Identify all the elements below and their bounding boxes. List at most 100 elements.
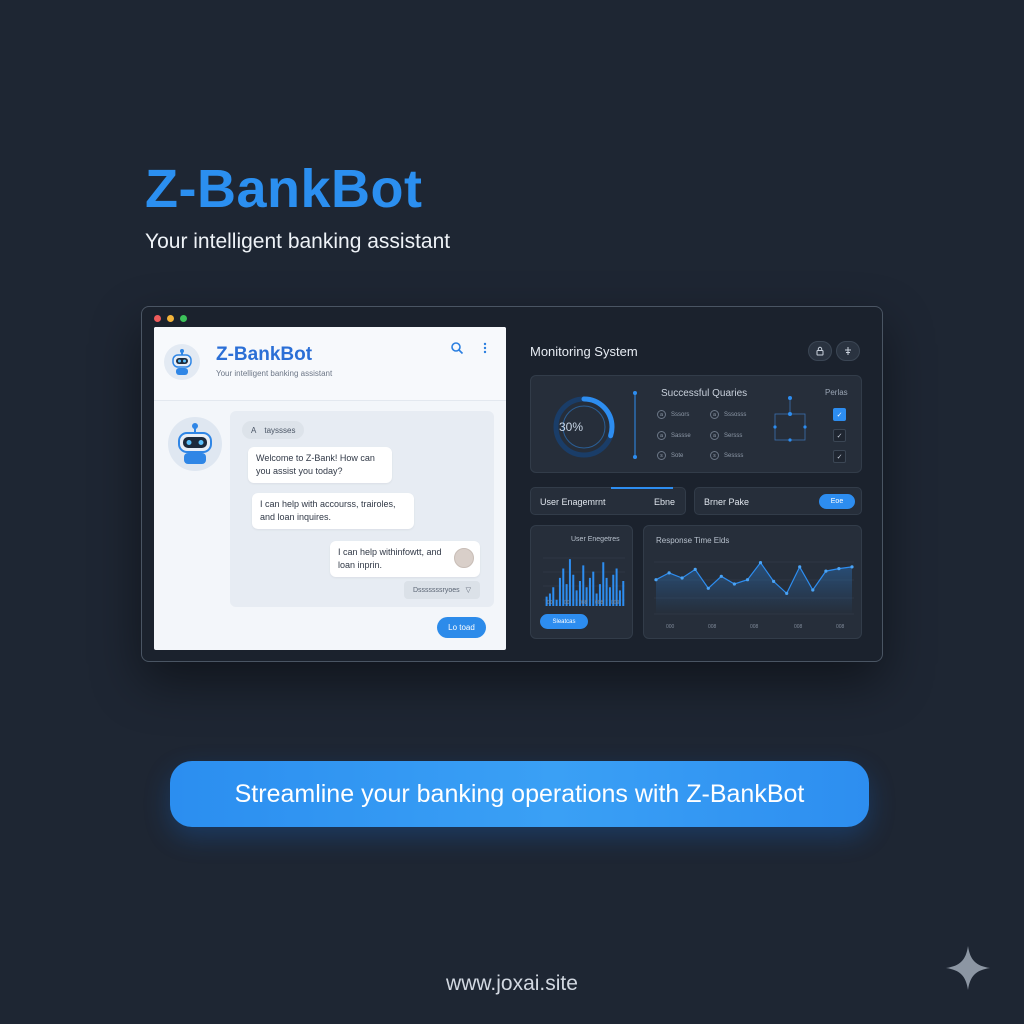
message-status[interactable]: Dsssssssryoes ▽ [404, 581, 480, 599]
bar-3 [555, 599, 558, 606]
bar-14 [592, 571, 595, 607]
bar-13 [588, 577, 591, 607]
line-point-12 [811, 588, 815, 592]
response-chart-title: Response Time Elds [656, 536, 730, 545]
engagement-progress [611, 487, 673, 489]
search-icon[interactable] [450, 341, 464, 355]
line-point-2 [680, 576, 684, 580]
robot-icon [178, 423, 212, 464]
query-icon: a [710, 410, 719, 419]
pin-icon [845, 347, 851, 355]
line-point-1 [667, 571, 671, 575]
engagement-chart-button[interactable]: Sleatcas [540, 614, 588, 629]
query-item: s Sessss [710, 451, 743, 460]
timeline-line [633, 391, 637, 459]
bar-4 [558, 577, 561, 607]
message-text: I can help withinfowtt, and loan inprin. [338, 547, 442, 570]
line-point-5 [719, 574, 723, 578]
line-point-7 [745, 578, 750, 582]
query-icon: a [657, 410, 666, 419]
chevron-down-icon: ▽ [465, 587, 472, 594]
bot-avatar-large [168, 417, 222, 471]
line-point-10 [785, 591, 789, 595]
query-item: a Sersss [710, 431, 742, 440]
cta-banner[interactable]: Streamline your banking operations with … [170, 761, 869, 827]
tag-label: tayssses [264, 425, 296, 435]
query-label: Sessss [724, 452, 744, 459]
query-icon: s [710, 451, 719, 460]
close-dot[interactable] [154, 315, 161, 322]
bot-avatar [164, 344, 200, 380]
line-point-13 [824, 569, 828, 573]
bot-message-1: Welcome to Z-Bank! How can you assist yo… [248, 447, 392, 483]
axis-label: 000 [666, 624, 675, 630]
settings-button[interactable] [836, 341, 860, 361]
message-text: Welcome to Z-Bank! How can you assist yo… [256, 453, 375, 476]
conversation-tag[interactable]: A tayssses [242, 421, 305, 439]
chat-header: Z-BankBot Your intelligent banking assis… [154, 327, 506, 401]
query-icon: a [657, 431, 666, 440]
queries-card: 30% Successful Quaries Perlas a Sssors aS… [530, 375, 862, 473]
axis-label: 008 [750, 624, 759, 630]
app-window: Z-BankBot Your intelligent banking assis… [141, 306, 883, 662]
chat-subtitle: Your intelligent banking assistant [216, 369, 333, 378]
monitor-title: Monitoring System [530, 344, 638, 359]
line-point-3 [693, 567, 697, 571]
bar-8 [572, 574, 575, 606]
error-rate-strip[interactable]: Brner Pake Eoe [694, 487, 862, 515]
flow-diagram [773, 396, 807, 442]
engagement-chart-card: User Enegetres 00 00 008 008 009 Sleatca… [530, 525, 633, 639]
queries-side-label: Perlas [825, 388, 848, 397]
window-controls [154, 315, 187, 322]
more-menu-icon[interactable] [478, 341, 492, 355]
line-point-11 [798, 565, 802, 569]
user-engagement-strip[interactable]: User Enagemrnt Ebne [530, 487, 686, 515]
query-label: Sassse [671, 432, 691, 439]
engagement-label: User Enagemrnt [540, 497, 606, 507]
line-point-0 [654, 578, 658, 582]
checkbox[interactable]: ✓ [833, 429, 846, 442]
error-button[interactable]: Eoe [819, 494, 855, 509]
robot-icon [172, 349, 192, 375]
axis-label: 008 [708, 624, 717, 630]
user-avatar [454, 548, 474, 568]
checkbox[interactable]: ✓ [833, 450, 846, 463]
line-point-6 [732, 582, 736, 586]
bar-23 [622, 581, 625, 606]
query-item: a Sassse [657, 431, 691, 440]
axis-label: 00 [547, 600, 553, 606]
sparkle-icon [946, 946, 990, 990]
maximize-dot[interactable] [180, 315, 187, 322]
checkbox-checked[interactable]: ✓ [833, 408, 846, 421]
gauge-value: 30% [559, 420, 584, 434]
lock-button[interactable] [808, 341, 832, 361]
chat-panel: Z-BankBot Your intelligent banking assis… [154, 327, 506, 650]
axis-label: 008 [794, 624, 803, 630]
chat-title: Z-BankBot [216, 344, 313, 365]
send-button[interactable]: Lo toad [437, 617, 486, 638]
query-label: Sote [671, 452, 684, 459]
status-label: Dsssssssryoes [412, 586, 460, 594]
axis-label: 008 [595, 600, 604, 606]
tag-icon: A [251, 425, 257, 435]
line-point-9 [772, 579, 776, 583]
query-label: Sssosss [724, 411, 747, 418]
footer-url[interactable]: www.joxai.site [0, 972, 1024, 996]
query-item: s Sote [657, 451, 683, 460]
queries-title: Successful Quaries [661, 388, 748, 399]
axis-label: 008 [579, 600, 588, 606]
hero-title: Z-BankBot [145, 159, 423, 219]
query-icon: s [657, 451, 666, 460]
line-point-4 [706, 586, 710, 590]
axis-label: 009 [611, 600, 620, 606]
bar-18 [605, 577, 608, 607]
line-point-15 [850, 565, 854, 569]
engagement-chart-title: User Enegetres [571, 536, 620, 543]
response-chart-card: Response Time Elds 000 008 008 008 008 [643, 525, 862, 639]
minimize-dot[interactable] [167, 315, 174, 322]
message-text: I can help with accourss, trairoles, and… [260, 499, 396, 522]
lock-icon [816, 346, 824, 356]
bar-9 [575, 590, 578, 607]
query-item: a Sssosss [710, 410, 746, 419]
query-icon: a [710, 431, 719, 440]
